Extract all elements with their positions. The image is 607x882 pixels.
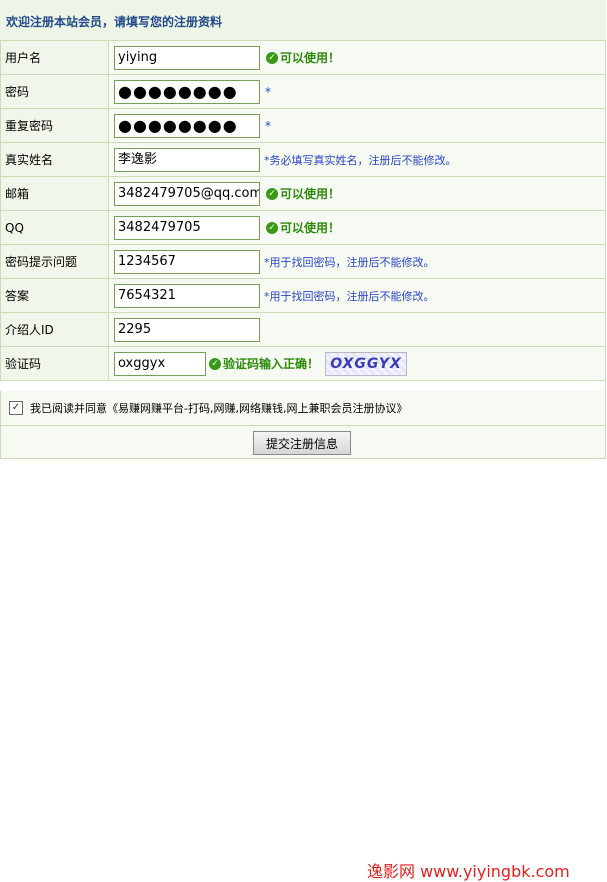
answer-input[interactable]: 7654321: [114, 283, 260, 308]
confirm-password-required-mark: *: [265, 118, 271, 133]
watermark-text: 逸影网 www.yiyingbk.com: [367, 862, 570, 881]
captcha-status: 验证码输入正确！: [223, 357, 320, 371]
username-label: 用户名: [0, 40, 109, 75]
row-username: 用户名 yiying ✓ 可以使用！: [0, 40, 606, 75]
submit-button[interactable]: 提交注册信息: [253, 431, 351, 455]
answer-hint: *用于找回密码，注册后不能修改。: [264, 289, 435, 303]
qq-status: 可以使用！: [280, 221, 341, 235]
form-header: 欢迎注册本站会员，请填写您的注册资料: [0, 0, 606, 40]
captcha-image[interactable]: OXGGYX: [325, 351, 408, 376]
captcha-input[interactable]: oxggyx: [114, 351, 206, 376]
row-password: 密码 ●●●●●●●● *: [0, 74, 606, 109]
row-captcha: 验证码 oxggyx ✓ 验证码输入正确！ OXGGYX: [0, 346, 606, 381]
checkbox-checked-icon[interactable]: ✓: [9, 401, 23, 415]
real-name-input[interactable]: 李逸影: [114, 147, 260, 172]
check-circle-icon: ✓: [209, 357, 221, 370]
password-required-mark: *: [265, 84, 271, 99]
qq-input[interactable]: 3482479705: [114, 215, 260, 240]
email-input[interactable]: 3482479705@qq.com: [114, 181, 260, 206]
confirm-password-input[interactable]: ●●●●●●●●: [114, 113, 260, 138]
referrer-id-input[interactable]: 2295: [114, 317, 260, 342]
agreement-text[interactable]: 我已阅读并同意《易赚网赚平台-打码,网赚,网络赚钱,网上兼职会员注册协议》: [30, 400, 407, 416]
security-question-input[interactable]: 1234567: [114, 249, 260, 274]
agreement-row: ✓ 我已阅读并同意《易赚网赚平台-打码,网赚,网络赚钱,网上兼职会员注册协议》: [0, 391, 606, 426]
row-answer: 答案 7654321 *用于找回密码，注册后不能修改。: [0, 278, 606, 313]
email-label: 邮箱: [0, 176, 109, 211]
username-status: 可以使用！: [280, 51, 341, 65]
check-circle-icon: ✓: [266, 187, 278, 200]
confirm-password-label: 重复密码: [0, 108, 109, 143]
check-circle-icon: ✓: [266, 51, 278, 64]
submit-row: 提交注册信息 逸影网 www.yiyingbk.com: [0, 426, 606, 881]
check-circle-icon: ✓: [266, 221, 278, 234]
row-real-name: 真实姓名 李逸影 *务必填写真实姓名，注册后不能修改。: [0, 142, 606, 177]
row-referrer-id: 介绍人ID 2295: [0, 312, 606, 347]
qq-label: QQ: [0, 210, 109, 245]
answer-label: 答案: [0, 278, 109, 313]
registration-form: 欢迎注册本站会员，请填写您的注册资料 用户名 yiying ✓ 可以使用！ 密码…: [0, 0, 606, 881]
captcha-label: 验证码: [0, 346, 109, 381]
row-confirm-password: 重复密码 ●●●●●●●● *: [0, 108, 606, 143]
real-name-hint: *务必填写真实姓名，注册后不能修改。: [264, 153, 457, 167]
form-table: 用户名 yiying ✓ 可以使用！ 密码 ●●●●●●●● * 重复密码 ●●…: [0, 40, 606, 381]
password-input[interactable]: ●●●●●●●●: [114, 79, 260, 104]
referrer-id-label: 介绍人ID: [0, 312, 109, 347]
row-qq: QQ 3482479705 ✓ 可以使用！: [0, 210, 606, 245]
username-input[interactable]: yiying: [114, 45, 260, 70]
row-security-question: 密码提示问题 1234567 *用于找回密码，注册后不能修改。: [0, 244, 606, 279]
real-name-label: 真实姓名: [0, 142, 109, 177]
row-email: 邮箱 3482479705@qq.com ✓ 可以使用！: [0, 176, 606, 211]
form-title: 欢迎注册本站会员，请填写您的注册资料: [6, 15, 223, 29]
security-question-hint: *用于找回密码，注册后不能修改。: [264, 255, 435, 269]
security-question-label: 密码提示问题: [0, 244, 109, 279]
password-label: 密码: [0, 74, 109, 109]
email-status: 可以使用！: [280, 187, 341, 201]
